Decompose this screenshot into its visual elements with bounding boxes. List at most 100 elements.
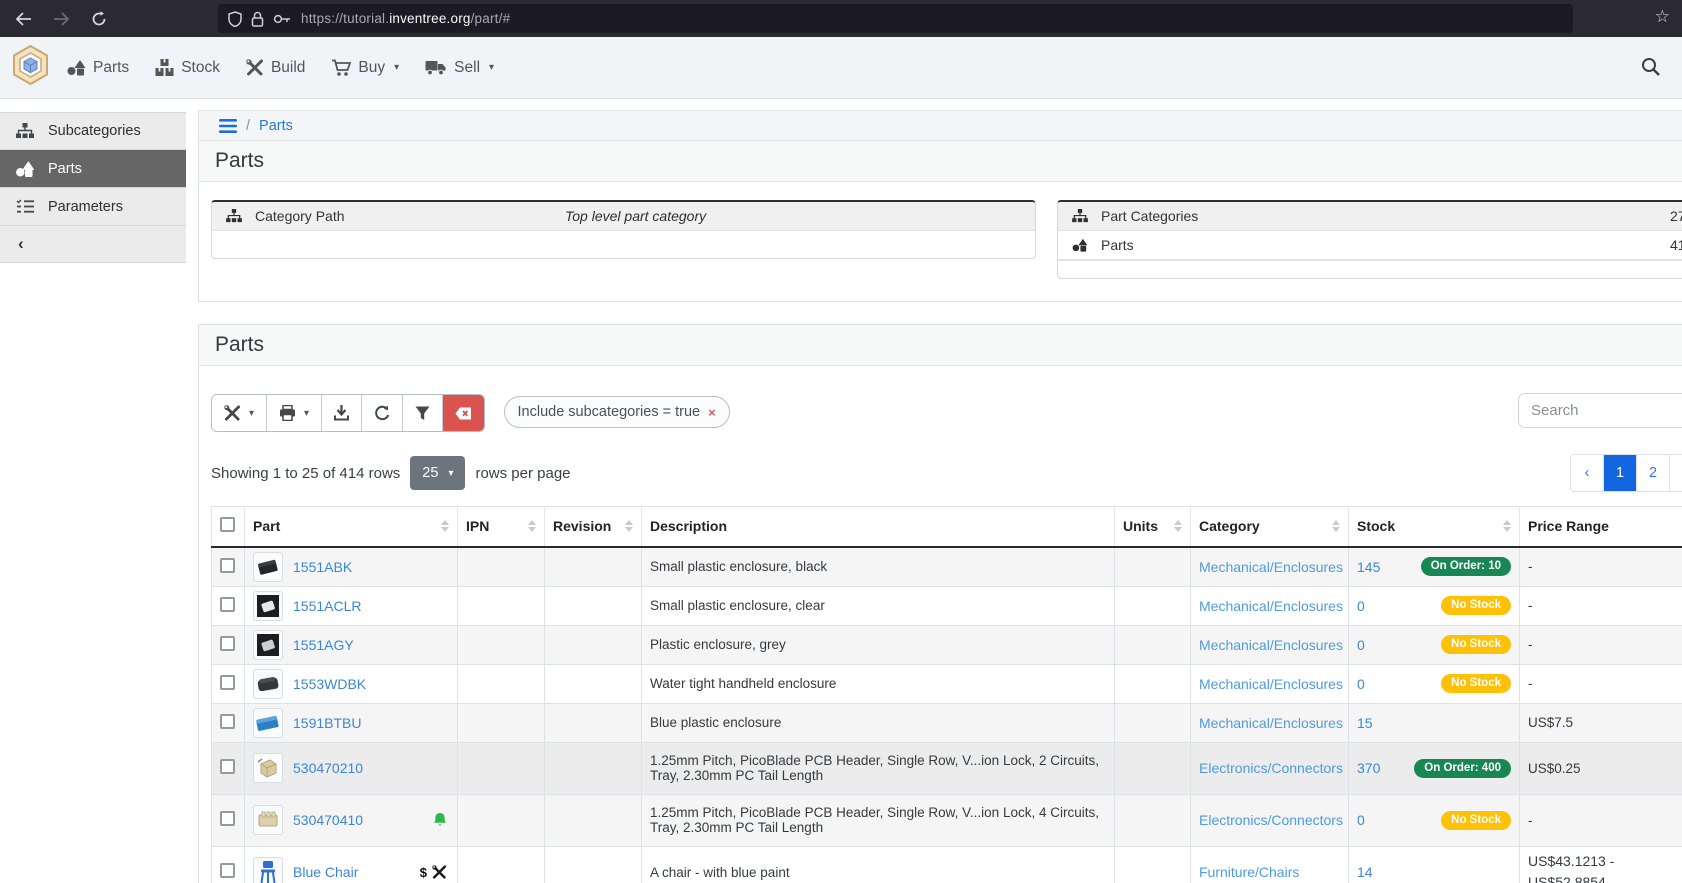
row-checkbox[interactable] bbox=[220, 759, 235, 774]
search-icon[interactable] bbox=[1641, 57, 1660, 81]
row-checkbox[interactable] bbox=[220, 675, 235, 690]
connector-thumbnail[interactable] bbox=[253, 753, 283, 783]
refresh-button[interactable] bbox=[362, 395, 403, 431]
forward-icon[interactable] bbox=[46, 5, 76, 33]
shapes-icon bbox=[1072, 238, 1088, 252]
part-link[interactable]: 1591BTBU bbox=[293, 715, 361, 731]
enclosure-black-thumbnail[interactable] bbox=[253, 552, 283, 582]
category-link[interactable]: Furniture/Chairs bbox=[1199, 864, 1299, 880]
row-checkbox[interactable] bbox=[220, 597, 235, 612]
sidebar-item-parts[interactable]: Parts bbox=[0, 150, 186, 188]
stock-count[interactable]: 14 bbox=[1357, 864, 1373, 880]
pagination-page-1[interactable]: 1 bbox=[1604, 455, 1637, 491]
nav-build[interactable]: Build bbox=[246, 59, 305, 77]
showing-text: Showing 1 to 25 of 414 rows bbox=[211, 465, 400, 482]
bookmark-star-icon[interactable]: ☆ bbox=[1655, 7, 1670, 27]
part-categories-count: 27 bbox=[1670, 208, 1682, 224]
download-button[interactable] bbox=[322, 395, 362, 431]
breadcrumb-parts-link[interactable]: Parts bbox=[259, 118, 293, 134]
key-icon[interactable] bbox=[273, 13, 292, 25]
nav-parts[interactable]: Parts bbox=[67, 59, 129, 77]
inventree-logo[interactable] bbox=[12, 45, 49, 90]
url-bar[interactable]: https://tutorial.inventree.org/part/# bbox=[218, 4, 1573, 33]
sidebar-item-subcategories[interactable]: Subcategories bbox=[0, 112, 186, 150]
breadcrumb-separator: / bbox=[246, 118, 250, 134]
part-link[interactable]: Blue Chair bbox=[293, 864, 358, 880]
nav-buy[interactable]: Buy ▾ bbox=[331, 59, 399, 77]
sort-icon[interactable] bbox=[1503, 520, 1511, 532]
part-link[interactable]: 1551AGY bbox=[293, 637, 354, 653]
category-link[interactable]: Mechanical/Enclosures bbox=[1199, 598, 1343, 614]
filter-chip-close-icon[interactable]: × bbox=[708, 405, 716, 420]
filter-button[interactable] bbox=[403, 395, 443, 431]
category-link[interactable]: Mechanical/Enclosures bbox=[1199, 637, 1343, 653]
hamburger-icon[interactable] bbox=[219, 119, 237, 133]
row-checkbox[interactable] bbox=[220, 636, 235, 651]
stock-count[interactable]: 15 bbox=[1357, 715, 1373, 731]
table-pagination-info: Showing 1 to 25 of 414 rows 25▾ rows per… bbox=[199, 454, 1682, 492]
chevron-down-icon: ▾ bbox=[394, 62, 399, 73]
category-link[interactable]: Mechanical/Enclosures bbox=[1199, 676, 1343, 692]
category-link[interactable]: Electronics/Connectors bbox=[1199, 760, 1343, 776]
part-link[interactable]: 1553WDBK bbox=[293, 676, 366, 692]
sort-icon[interactable] bbox=[625, 520, 633, 532]
connector-thumbnail[interactable] bbox=[253, 805, 283, 835]
enclosure-blue-thumbnail[interactable] bbox=[253, 708, 283, 738]
chair-thumbnail[interactable] bbox=[253, 857, 283, 883]
category-link[interactable]: Mechanical/Enclosures bbox=[1199, 715, 1343, 731]
category-link[interactable]: Mechanical/Enclosures bbox=[1199, 559, 1343, 575]
shapes-icon bbox=[16, 161, 34, 177]
stock-count[interactable]: 0 bbox=[1357, 676, 1365, 692]
stock-count[interactable]: 0 bbox=[1357, 598, 1365, 614]
row-checkbox[interactable] bbox=[220, 558, 235, 573]
clear-filter-button[interactable] bbox=[443, 395, 484, 431]
price-range: - bbox=[1520, 547, 1682, 587]
bell-icon[interactable] bbox=[433, 812, 447, 828]
search-input[interactable] bbox=[1518, 393, 1682, 428]
enclosure-clear-thumbnail[interactable] bbox=[253, 591, 283, 621]
stock-count[interactable]: 0 bbox=[1357, 637, 1365, 653]
nav-stock[interactable]: Stock bbox=[155, 59, 220, 77]
stock-count[interactable]: 370 bbox=[1357, 760, 1380, 776]
page-size-dropdown[interactable]: 25▾ bbox=[410, 456, 465, 490]
lock-icon[interactable] bbox=[251, 11, 264, 27]
part-link[interactable]: 1551ABK bbox=[293, 559, 352, 575]
pagination-page-2[interactable]: 2 bbox=[1637, 455, 1670, 491]
print-dropdown-button[interactable]: ▾ bbox=[267, 395, 322, 431]
row-checkbox[interactable] bbox=[220, 863, 235, 878]
price-range: - bbox=[1520, 625, 1682, 664]
reload-icon[interactable] bbox=[84, 5, 114, 33]
back-icon[interactable] bbox=[8, 5, 38, 33]
shield-icon[interactable] bbox=[228, 11, 242, 27]
row-checkbox[interactable] bbox=[220, 714, 235, 729]
stock-count[interactable]: 0 bbox=[1357, 812, 1365, 828]
dollar-icon: $ bbox=[420, 865, 427, 880]
part-link[interactable]: 530470410 bbox=[293, 812, 363, 828]
sort-icon[interactable] bbox=[441, 520, 449, 532]
part-description: Small plastic enclosure, black bbox=[642, 547, 1115, 587]
table-row: 1591BTBU Blue plastic enclosure Mechanic… bbox=[212, 703, 1682, 742]
enclosure-grey-thumbnail[interactable] bbox=[253, 630, 283, 660]
sort-icon[interactable] bbox=[1332, 520, 1340, 532]
sidebar-item-parameters[interactable]: Parameters bbox=[0, 188, 186, 226]
sidebar-collapse-button[interactable]: ‹ bbox=[0, 226, 186, 263]
part-link[interactable]: 1551ACLR bbox=[293, 598, 362, 614]
sort-icon[interactable] bbox=[1174, 520, 1182, 532]
stock-badge: No Stock bbox=[1441, 596, 1511, 615]
pagination-page-3[interactable]: 3 bbox=[1670, 455, 1682, 491]
sort-icon[interactable] bbox=[528, 520, 536, 532]
part-link[interactable]: 530470210 bbox=[293, 760, 363, 776]
table-row: 1551ACLR Small plastic enclosure, clear … bbox=[212, 586, 1682, 625]
row-checkbox[interactable] bbox=[220, 811, 235, 826]
select-all-checkbox[interactable] bbox=[220, 517, 235, 532]
pagination-prev[interactable]: ‹ bbox=[1571, 455, 1604, 491]
category-link[interactable]: Electronics/Connectors bbox=[1199, 812, 1343, 828]
enclosure-dark-thumbnail[interactable] bbox=[253, 669, 283, 699]
sidebar: Subcategories Parts Parameters ‹ bbox=[0, 99, 186, 883]
actions-dropdown-button[interactable]: ▾ bbox=[212, 395, 267, 431]
stock-count[interactable]: 145 bbox=[1357, 559, 1380, 575]
nav-sell[interactable]: Sell ▾ bbox=[425, 59, 494, 77]
table-row: 1551ABK Small plastic enclosure, black M… bbox=[212, 547, 1682, 587]
refresh-icon bbox=[374, 405, 390, 421]
category-path-label: Category Path bbox=[255, 208, 345, 224]
